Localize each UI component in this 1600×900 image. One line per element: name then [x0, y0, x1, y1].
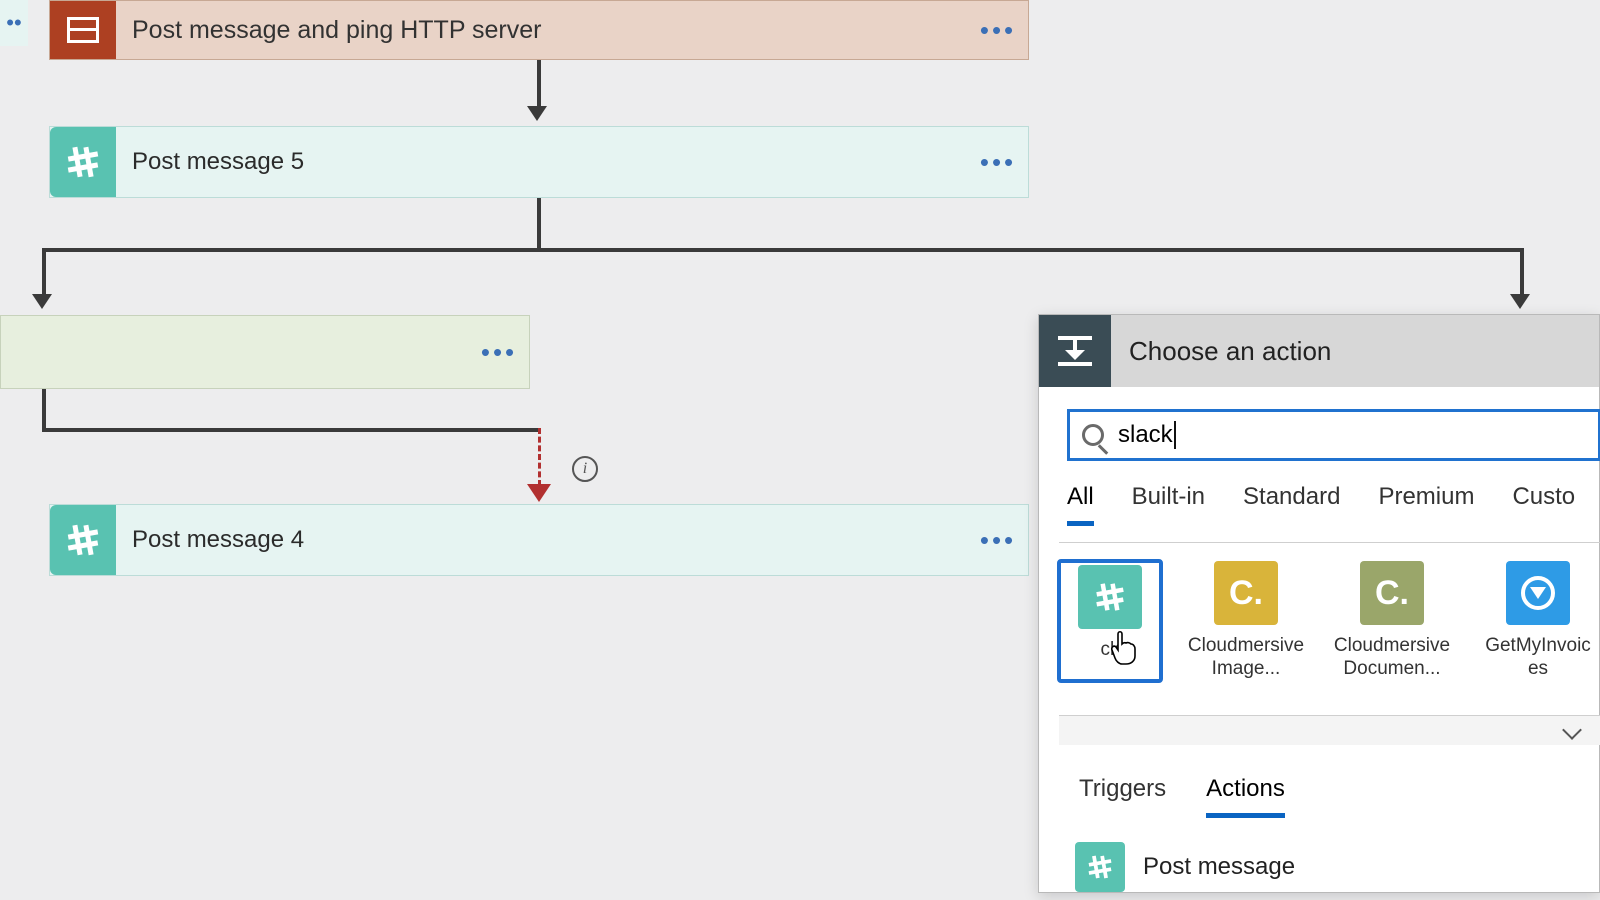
connector-line	[42, 389, 46, 431]
connector-line	[537, 198, 541, 248]
flow-step-stub[interactable]: ••	[0, 0, 28, 46]
flow-step-post-message-4[interactable]: Post message 4 •••	[49, 504, 1029, 576]
connector-label: GetMyInvoic es	[1477, 635, 1599, 681]
expand-connectors-button[interactable]	[1059, 715, 1600, 745]
arrow-down-error-icon	[527, 484, 551, 502]
tab-standard[interactable]: Standard	[1243, 483, 1340, 526]
connector-cloudmersive-document[interactable]: C. Cloudmersive Documen...	[1331, 561, 1453, 681]
connector-dashed	[538, 428, 541, 486]
more-menu-button[interactable]: •••	[968, 505, 1028, 575]
arrow-down-icon	[527, 106, 547, 121]
connector-slack[interactable]: ck	[1059, 561, 1161, 681]
connector-line	[537, 60, 541, 108]
flow-step-title: Post message 5	[116, 148, 968, 176]
connector-label: Cloudmersive Documen...	[1331, 635, 1453, 681]
action-result-post-message[interactable]: Post message	[1039, 818, 1599, 892]
flow-step-scope[interactable]: Post message and ping HTTP server •••	[49, 0, 1029, 60]
tab-actions[interactable]: Actions	[1206, 775, 1285, 818]
panel-title: Choose an action	[1111, 336, 1331, 367]
flow-step-branch[interactable]: •••	[0, 315, 530, 389]
trigger-action-tabs: Triggers Actions	[1039, 745, 1599, 818]
arrow-down-icon	[32, 294, 52, 309]
more-menu-button[interactable]: •••	[469, 316, 529, 388]
arrow-down-icon	[1510, 294, 1530, 309]
search-icon	[1082, 424, 1104, 446]
slack-icon	[1075, 842, 1125, 892]
download-icon	[1506, 561, 1570, 625]
tab-built-in[interactable]: Built-in	[1132, 483, 1205, 526]
text-caret	[1174, 421, 1176, 449]
connector-line	[1520, 248, 1524, 296]
more-menu-button[interactable]: •••	[968, 127, 1028, 197]
action-search-input[interactable]: slack	[1067, 409, 1600, 461]
connector-grid: ck C. Cloudmersive Image... C. Cloudmers…	[1059, 542, 1600, 715]
cloudmersive-icon: C.	[1214, 561, 1278, 625]
connector-line	[42, 248, 1524, 252]
flow-canvas: Post message and ping HTTP server ••• Po…	[0, 0, 1600, 900]
slack-icon	[50, 505, 116, 575]
connector-label: Cloudmersive Image...	[1185, 635, 1307, 681]
tab-premium[interactable]: Premium	[1378, 483, 1474, 526]
flow-step-post-message-5[interactable]: Post message 5 •••	[49, 126, 1029, 198]
tab-triggers[interactable]: Triggers	[1079, 775, 1166, 818]
flow-step-title: Post message 4	[116, 526, 968, 554]
more-menu-button[interactable]: •••	[968, 1, 1028, 59]
cloudmersive-icon: C.	[1360, 561, 1424, 625]
connector-cloudmersive-image[interactable]: C. Cloudmersive Image...	[1185, 561, 1307, 681]
flow-step-title: Post message and ping HTTP server	[116, 16, 968, 45]
chevron-down-icon	[1562, 720, 1582, 740]
slack-icon	[50, 127, 116, 197]
slack-icon	[1078, 565, 1142, 629]
connector-line	[42, 428, 540, 432]
action-result-label: Post message	[1143, 853, 1295, 881]
category-tabs: All Built-in Standard Premium Custo	[1039, 461, 1599, 526]
tab-custom[interactable]: Custo	[1512, 483, 1575, 526]
connector-getmyinvoices[interactable]: GetMyInvoic es	[1477, 561, 1599, 681]
tab-all[interactable]: All	[1067, 483, 1094, 526]
action-insert-icon	[1039, 315, 1111, 387]
search-value: slack	[1118, 421, 1173, 449]
container-icon	[50, 1, 116, 59]
connector-line	[42, 248, 46, 296]
panel-header: Choose an action	[1039, 315, 1599, 387]
connector-label: ck	[1059, 639, 1161, 662]
info-icon[interactable]: i	[572, 456, 598, 482]
choose-action-panel: Choose an action slack All Built-in Stan…	[1038, 314, 1600, 893]
